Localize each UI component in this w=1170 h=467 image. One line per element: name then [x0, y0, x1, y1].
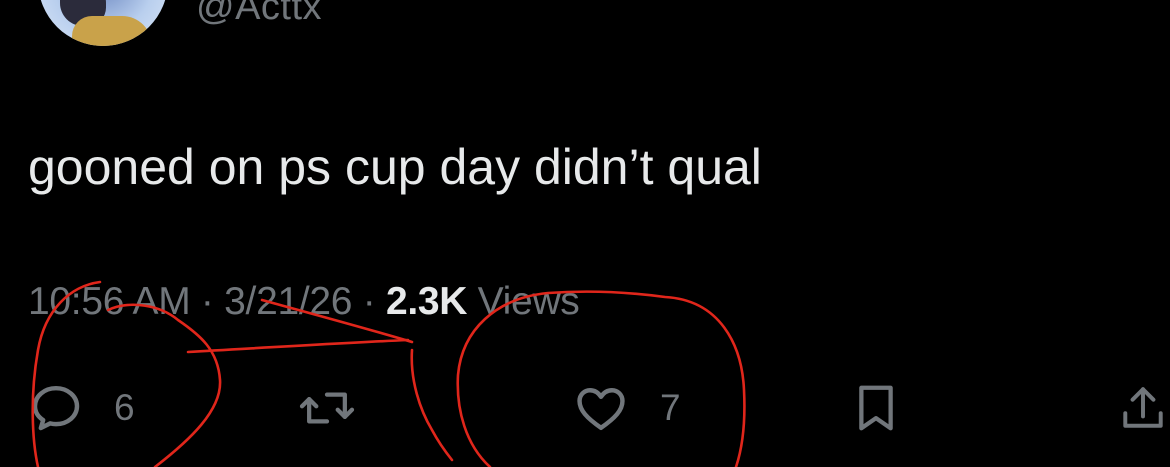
red-arrow-line: [186, 338, 410, 354]
tweet-date[interactable]: 3/21/26: [224, 280, 352, 323]
bookmark-icon: [849, 380, 903, 436]
retweet-button[interactable]: [298, 380, 356, 436]
meta-separator: ·: [352, 280, 386, 323]
reply-count: 6: [114, 387, 135, 428]
like-button[interactable]: 7: [572, 380, 681, 436]
share-button[interactable]: [1118, 380, 1168, 436]
avatar[interactable]: [38, 0, 168, 46]
share-icon: [1118, 380, 1168, 436]
tweet-text: gooned on ps cup day didn’t qual: [28, 139, 762, 195]
meta-separator: ·: [190, 280, 225, 323]
reply-icon: [28, 380, 84, 436]
bookmark-button[interactable]: [849, 380, 903, 436]
reply-button[interactable]: 6: [28, 380, 135, 436]
like-icon: [572, 380, 630, 436]
views-label: Views: [467, 280, 580, 323]
author-handle[interactable]: @Acttx: [196, 0, 322, 29]
views-count: 2.3K: [385, 280, 468, 323]
retweet-icon: [298, 380, 356, 436]
tweet-time[interactable]: 10:56 AM: [28, 280, 191, 323]
avatar-shirt: [72, 16, 152, 46]
like-count: 7: [660, 387, 681, 428]
tweet-meta: 10:56 AM · 3/21/26 · 2.3K Views: [28, 280, 580, 324]
red-curve-middle: [410, 348, 454, 462]
